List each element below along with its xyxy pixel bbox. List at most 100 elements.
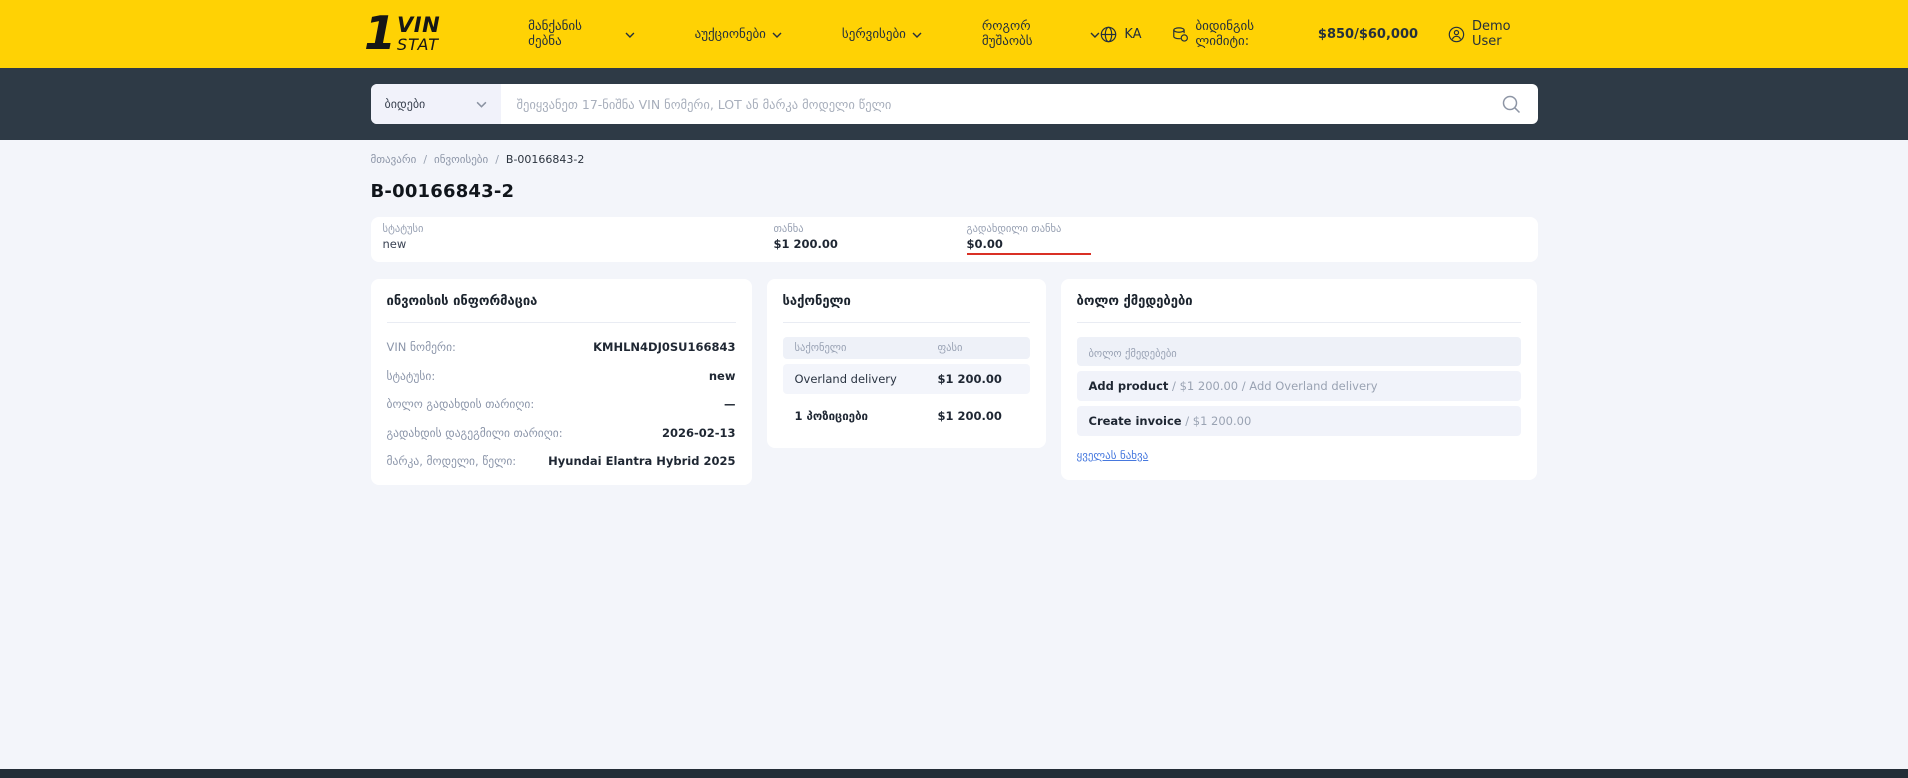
search-section: ბიდები (0, 68, 1908, 140)
search-bar: ბიდები (370, 84, 1538, 124)
info-value: KMHLN4DJ0SU166843 (593, 340, 736, 354)
info-label: ბოლო გადახდის თარიღი: (386, 397, 535, 411)
summary-status-value: new (382, 237, 407, 251)
search-category-label: ბიდები (384, 97, 426, 111)
divider (386, 322, 736, 323)
info-value: new (708, 368, 736, 383)
action-row-create-invoice: Create invoice / $1 200.00 (1076, 406, 1521, 436)
goods-total-row: 1 პოზიციები $1 200.00 (783, 401, 1030, 431)
chevron-down-icon (1090, 32, 1100, 38)
summary-amount-label: თანხა (773, 223, 804, 235)
chevron-down-icon (625, 32, 635, 38)
action-detail: / $1 200.00 / Add Overland delivery (1168, 379, 1378, 393)
actions-table-header: ბოლო ქმედებები (1076, 337, 1521, 366)
goods-table-header: საქონელი ფასი (782, 337, 1030, 359)
bidding-limit[interactable]: ბიდინგის ლიმიტი: $850/$60,000 (1172, 19, 1419, 49)
summary-card: სტატუსი new თანხა $1 200.00 გადახდილი თა… (370, 217, 1538, 262)
logo-vin-text: VIN (397, 12, 441, 37)
info-label: გადახდის დაგეგმილი თარიღი: (386, 425, 563, 440)
summary-paid-value: $0.00 (966, 237, 1091, 255)
search-category-dropdown[interactable]: ბიდები (370, 84, 501, 124)
brand-logo[interactable]: 1 VIN STAT (364, 6, 441, 61)
user-icon (1448, 26, 1465, 42)
action-detail: / $1 200.00 (1181, 414, 1252, 428)
search-icon (1502, 95, 1521, 113)
view-all-link[interactable]: ყველას ნახვა (1077, 449, 1149, 462)
bidding-limit-value: $850/$60,000 (1317, 26, 1419, 42)
divider (782, 322, 1030, 323)
invoice-info-rows: VIN ნომერი: KMHLN4DJ0SU166843 სტატუსი: n… (387, 340, 736, 468)
globe-icon (1101, 26, 1117, 42)
goods-col-price: ფასი (937, 342, 963, 354)
logo-text: VIN STAT (397, 12, 441, 54)
coins-icon (1172, 26, 1188, 42)
cards-row: ინვოისის ინფორმაცია VIN ნომერი: KMHLN4DJ… (370, 279, 1538, 515)
viewport: 1 VIN STAT მანქანის ძებნა აუქციონები სერ… (0, 0, 1908, 778)
top-header: 1 VIN STAT მანქანის ძებნა აუქციონები სერ… (0, 0, 1908, 68)
header-right: KA ბიდინგის ლიმიტი: $850/$60,000 Demo Us… (1100, 19, 1544, 49)
goods-row-price: $1 200.00 (937, 372, 1002, 386)
invoice-info-row-make-model: მარკა, მოდელი, წელი: Hyundai Elantra Hyb… (387, 454, 736, 468)
info-value: — (724, 397, 736, 411)
summary-amount: თანხა $1 200.00 (774, 223, 967, 255)
last-actions-title: ბოლო ქმედებები (1076, 294, 1193, 309)
action-name: Add product (1088, 379, 1169, 393)
summary-paid-label: გადახდილი თანხა (966, 223, 1062, 235)
language-label: KA (1124, 26, 1142, 42)
invoice-info-row-last-payment: ბოლო გადახდის თარიღი: — (387, 397, 736, 411)
page-title: B-00166843-2 (370, 181, 515, 202)
main-content: მთავარი / ინვოისები / B-00166843-2 B-001… (0, 140, 1908, 769)
goods-title: საქონელი (782, 294, 851, 309)
info-label: მარკა, მოდელი, წელი: (386, 454, 517, 468)
info-label: სტატუსი: (386, 368, 436, 383)
invoice-info-title: ინვოისის ინფორმაცია (386, 294, 538, 309)
top-header-inner: 1 VIN STAT მანქანის ძებნა აუქციონები სერ… (364, 0, 1544, 68)
chevron-down-icon (476, 101, 486, 108)
invoice-info-row-planned-payment: გადახდის დაგეგმილი თარიღი: 2026-02-13 (387, 426, 736, 440)
invoice-info-row-vin: VIN ნომერი: KMHLN4DJ0SU166843 (387, 340, 736, 354)
goods-col-product: საქონელი (794, 342, 847, 354)
goods-total-name: 1 პოზიციები (794, 409, 869, 423)
nav-item-label: როგორ მუშაობს (981, 19, 1033, 49)
summary-status-label: სტატუსი (382, 223, 424, 235)
nav-item-auctions[interactable]: აუქციონები (695, 27, 782, 42)
summary-amount-value: $1 200.00 (773, 237, 838, 251)
divider (1076, 322, 1521, 323)
breadcrumb-invoices-link[interactable]: ინვოისები (434, 153, 488, 166)
nav-item-label: აუქციონები (694, 26, 766, 42)
nav-item-label: მანქანის ძებნა (528, 19, 582, 49)
info-value: 2026-02-13 (661, 425, 736, 440)
chevron-down-icon (772, 32, 782, 38)
chevron-down-icon (912, 32, 922, 38)
goods-table-row: Overland delivery $1 200.00 (782, 364, 1030, 394)
user-name: Demo User (1471, 19, 1511, 49)
nav-item-label: სერვისები (841, 26, 906, 42)
last-actions-card: ბოლო ქმედებები ბოლო ქმედებები Add produc… (1060, 279, 1537, 480)
goods-row-name: Overland delivery (794, 372, 897, 386)
invoice-info-row-status: სტატუსი: new (387, 369, 736, 383)
breadcrumb-separator: / (423, 153, 428, 166)
summary-status: სტატუსი new (383, 223, 774, 255)
goods-total-price: $1 200.00 (937, 409, 1002, 423)
invoice-info-card: ინვოისის ინფორმაცია VIN ნომერი: KMHLN4DJ… (370, 279, 752, 485)
breadcrumb-home-link[interactable]: მთავარი (371, 153, 417, 166)
info-label: VIN ნომერი: (386, 340, 456, 354)
action-row-add-product: Add product / $1 200.00 / Add Overland d… (1076, 371, 1521, 401)
goods-card: საქონელი საქონელი ფასი Overland delivery… (766, 279, 1046, 448)
search-input[interactable] (500, 84, 1486, 124)
search-button[interactable] (1486, 84, 1538, 124)
bidding-limit-label: ბიდინგის ლიმიტი: (1195, 19, 1255, 49)
breadcrumb-current: B-00166843-2 (505, 153, 585, 166)
action-name: Create invoice (1088, 414, 1182, 428)
logo-numeral: 1 (364, 6, 396, 61)
summary-paid: გადახდილი თანხა $0.00 (966, 223, 1526, 255)
actions-col-header: ბოლო ქმედებები (1088, 348, 1177, 360)
nav-item-how-it-works[interactable]: როგორ მუშაობს (982, 19, 1100, 49)
nav-item-services[interactable]: სერვისები (842, 27, 922, 42)
user-menu[interactable]: Demo User (1448, 19, 1544, 49)
language-switcher[interactable]: KA (1100, 26, 1142, 43)
breadcrumb: მთავარი / ინვოისები / B-00166843-2 (371, 153, 1538, 166)
logo-stat-text: STAT (397, 34, 440, 54)
footer-bar (0, 769, 1908, 778)
nav-item-car-search[interactable]: მანქანის ძებნა (528, 19, 635, 49)
